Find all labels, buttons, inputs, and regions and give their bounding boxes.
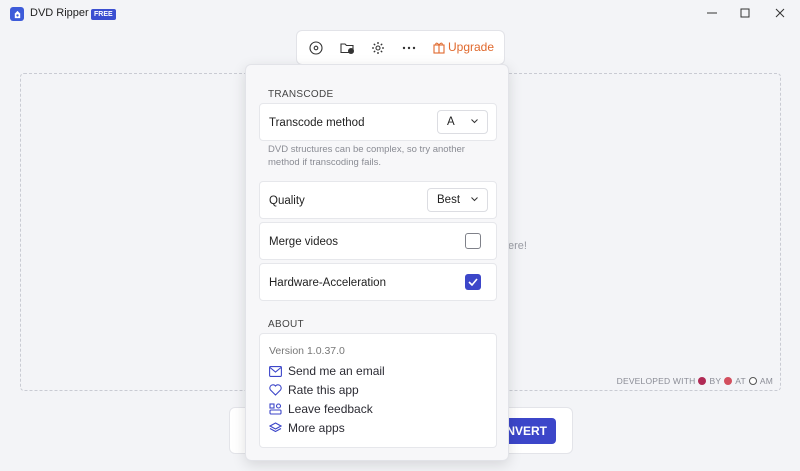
checkmark-icon [468, 278, 478, 286]
gift-icon [433, 42, 445, 54]
maximize-button[interactable] [733, 4, 757, 22]
hardware-acceleration-label: Hardware-Acceleration [269, 277, 386, 289]
app-logo-icon [10, 7, 24, 21]
clock-icon [748, 377, 757, 385]
transcode-method-select[interactable]: A [437, 110, 488, 134]
more-apps-link[interactable]: More apps [269, 421, 345, 435]
send-email-link[interactable]: Send me an email [269, 364, 385, 378]
mail-icon [269, 365, 282, 377]
folder-settings-icon [339, 43, 354, 54]
settings-popup: TRANSCODE Transcode method A DVD structu… [245, 64, 509, 461]
avatar-icon [724, 377, 733, 385]
hardware-acceleration-row: Hardware-Acceleration [259, 263, 497, 301]
developer-credit: DEVELOPED WITH BY AT AM [616, 376, 773, 386]
disc-button[interactable] [306, 39, 326, 57]
rate-app-link[interactable]: Rate this app [269, 383, 359, 397]
quality-row: Quality Best [259, 181, 497, 219]
merge-videos-checkbox[interactable] [465, 233, 481, 249]
version-text: Version 1.0.37.0 [269, 345, 345, 357]
disc-icon [309, 41, 323, 55]
transcode-section-header: TRANSCODE [268, 89, 334, 100]
merge-videos-row: Merge videos [259, 222, 497, 260]
settings-button[interactable] [368, 39, 388, 57]
chevron-down-icon [471, 197, 478, 202]
quality-select[interactable]: Best [427, 188, 488, 212]
about-card: Version 1.0.37.0 Send me an email Rate t… [259, 333, 497, 448]
free-badge: FREE [91, 9, 116, 20]
hardware-acceleration-checkbox[interactable] [465, 274, 481, 290]
more-icon [402, 46, 416, 50]
toolbar: Upgrade [296, 30, 505, 65]
close-button[interactable] [768, 4, 792, 22]
leave-feedback-link[interactable]: Leave feedback [269, 402, 373, 416]
transcode-hint: DVD structures can be complex, so try an… [268, 144, 465, 168]
minimize-button[interactable] [700, 4, 724, 22]
quality-label: Quality [269, 195, 305, 207]
open-folder-button[interactable] [337, 39, 357, 57]
gear-icon [372, 42, 384, 54]
upgrade-button[interactable]: Upgrade [433, 40, 494, 54]
drop-zone-hint: ere! [508, 240, 527, 252]
layers-icon [269, 422, 282, 433]
more-button[interactable] [399, 39, 419, 57]
merge-videos-label: Merge videos [269, 236, 339, 248]
close-icon [775, 8, 785, 18]
title-bar: DVD Ripper FREE [0, 0, 800, 28]
heart-icon [269, 384, 282, 396]
transcode-method-row: Transcode method A [259, 103, 497, 141]
transcode-method-label: Transcode method [269, 117, 365, 129]
about-section-header: ABOUT [268, 319, 304, 330]
heart-icon [698, 377, 707, 385]
app-title: DVD Ripper [30, 7, 89, 19]
chevron-down-icon [471, 119, 478, 124]
feedback-icon [269, 403, 282, 415]
